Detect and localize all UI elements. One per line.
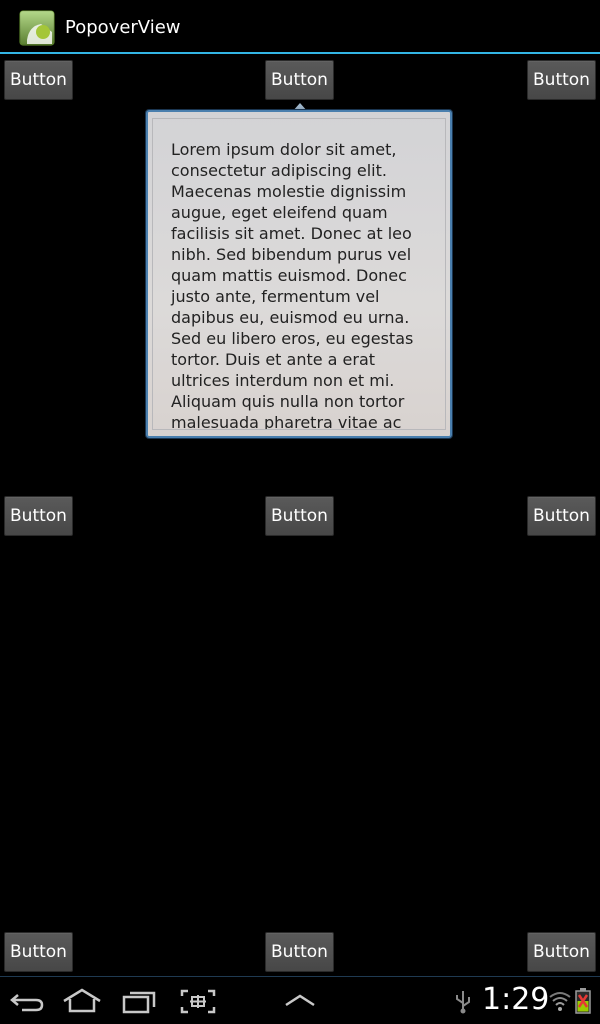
clock: 1:29 [482,982,550,1017]
android-app-icon[interactable] [19,10,55,46]
button-bottom-center[interactable]: Button [265,932,334,972]
button-middle-left[interactable]: Button [4,496,73,536]
screenshot-icon[interactable] [178,987,218,1015]
home-icon[interactable] [62,987,102,1015]
button-top-center[interactable]: Button [265,60,334,100]
button-top-left[interactable]: Button [4,60,73,100]
popover: Lorem ipsum dolor sit amet, consectetur … [146,110,452,438]
button-top-right[interactable]: Button [527,60,596,100]
action-bar: PopoverView [0,0,600,54]
usb-icon [456,991,470,1014]
battery-icon [575,988,591,1014]
popover-content[interactable]: Lorem ipsum dolor sit amet, consectetur … [152,118,446,430]
button-bottom-left[interactable]: Button [4,932,73,972]
wifi-icon [549,992,571,1011]
button-middle-right[interactable]: Button [527,496,596,536]
button-middle-center[interactable]: Button [265,496,334,536]
recent-apps-icon[interactable] [120,987,160,1015]
button-bottom-right[interactable]: Button [527,932,596,972]
back-icon[interactable] [8,987,48,1015]
menu-up-icon[interactable] [280,987,320,1015]
app-title: PopoverView [65,17,181,38]
system-nav-bar: 1:29 [0,976,600,1024]
popover-text: Lorem ipsum dolor sit amet, consectetur … [171,140,414,430]
